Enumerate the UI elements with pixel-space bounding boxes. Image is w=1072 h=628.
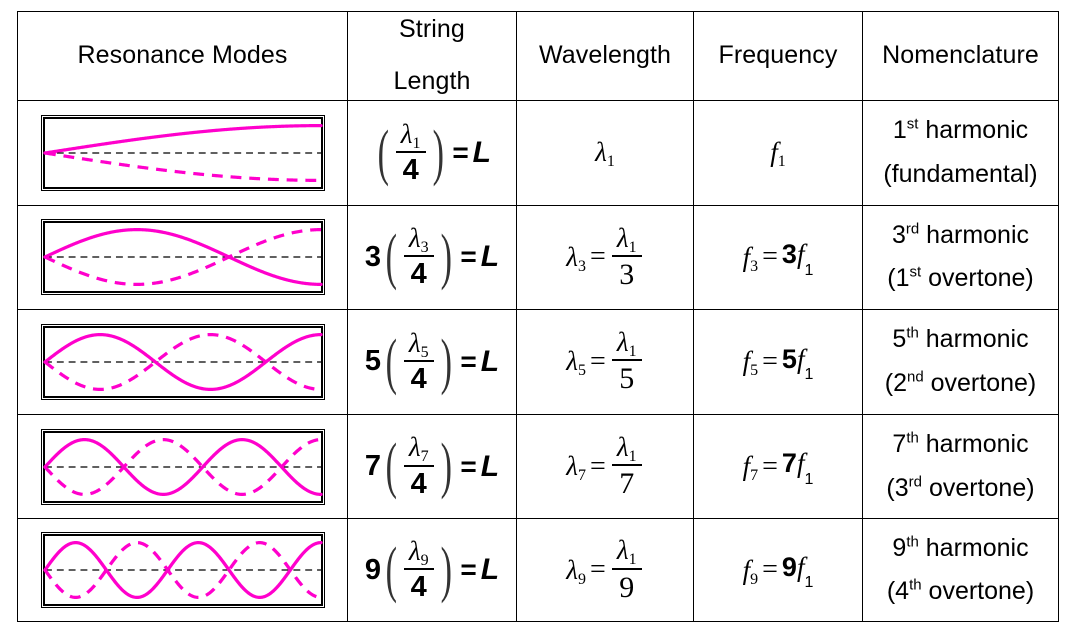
table-body: (λ1 4) = Lλ1 f1 1st harmonic (fundamental) 3(λ3… (17, 100, 1059, 622)
header-string-length-label: String Length (348, 13, 516, 99)
wavelength-cell-3: λ3 = λ1 3 (516, 204, 694, 311)
string-length-cell-3: 3(λ3 4) = L (347, 204, 517, 311)
resonance-mode-cell-7 (17, 413, 348, 520)
pipe-diagram-1 (40, 114, 325, 191)
table-row: 7(λ7 4) = Lλ7 = λ1 7 f7 = 7f1 7th harmonic (3rd ove… (17, 413, 1059, 520)
resonance-mode-cell-9 (17, 518, 348, 622)
table-row: 5(λ5 4) = Lλ5 = λ1 5 f5 = 5f1 5th harmonic (2nd ove… (17, 309, 1059, 415)
nomenclature-cell-1: 1st harmonic (fundamental) (862, 100, 1059, 206)
string-length-cell-5: 5(λ5 4) = L (347, 309, 517, 415)
frequency-cell-1: f1 (693, 100, 863, 206)
header-wavelength-label: Wavelength (538, 41, 672, 70)
frequency-cell-5: f5 = 5f1 (693, 309, 863, 415)
pipe-diagram-5 (40, 323, 325, 400)
pipe-diagram-9 (40, 532, 325, 609)
string-length-cell-1: (λ1 4) = L (347, 100, 517, 206)
header-string-length-line1: String (399, 15, 465, 44)
header-row: Resonance Modes String Length Wavelength… (17, 11, 1059, 101)
header-resonance-modes-label: Resonance Modes (77, 41, 288, 70)
header-frequency: Frequency (693, 11, 863, 101)
pipe-diagram-3 (40, 219, 325, 296)
nomenclature-cell-7: 7th harmonic (3rd overtone) (862, 413, 1059, 520)
wavelength-cell-1: λ1 (516, 100, 694, 206)
table-row: 9(λ9 4) = Lλ9 = λ1 9 f9 = 9f1 9th harmonic (4th ove… (17, 518, 1059, 622)
table-header: Resonance Modes String Length Wavelength… (17, 11, 1059, 101)
wavelength-cell-9: λ9 = λ1 9 (516, 518, 694, 622)
header-wavelength: Wavelength (516, 11, 694, 101)
header-nomenclature: Nomenclature (862, 11, 1059, 101)
resonance-mode-cell-5 (17, 309, 348, 415)
nomenclature-cell-5: 5th harmonic (2nd overtone) (862, 309, 1059, 415)
wavelength-cell-7: λ7 = λ1 7 (516, 413, 694, 520)
frequency-cell-3: f3 = 3f1 (693, 204, 863, 311)
header-nomenclature-label: Nomenclature (882, 41, 1039, 70)
nomenclature-cell-9: 9th harmonic (4th overtone) (862, 518, 1059, 622)
resonance-mode-cell-3 (17, 204, 348, 311)
frequency-cell-9: f9 = 9f1 (693, 518, 863, 622)
resonance-modes-table: Resonance Modes String Length Wavelength… (17, 11, 1059, 622)
header-string-length-line2: Length (393, 67, 471, 95)
header-resonance-modes: Resonance Modes (17, 11, 348, 101)
header-frequency-label: Frequency (718, 41, 838, 70)
pipe-diagram-7 (40, 428, 325, 505)
header-string-length: String Length (347, 11, 517, 101)
string-length-cell-9: 9(λ9 4) = L (347, 518, 517, 622)
wavelength-cell-5: λ5 = λ1 5 (516, 309, 694, 415)
table-row: (λ1 4) = Lλ1 f1 1st harmonic (fundamental) (17, 100, 1059, 206)
table-row: 3(λ3 4) = Lλ3 = λ1 3 f3 = 3f1 3rd harmonic (1st ove… (17, 204, 1059, 311)
resonance-mode-cell-1 (17, 100, 348, 206)
frequency-cell-7: f7 = 7f1 (693, 413, 863, 520)
resonance-modes-table-wrapper: Resonance Modes String Length Wavelength… (17, 11, 1059, 622)
string-length-cell-7: 7(λ7 4) = L (347, 413, 517, 520)
nomenclature-cell-3: 3rd harmonic (1st overtone) (862, 204, 1059, 311)
